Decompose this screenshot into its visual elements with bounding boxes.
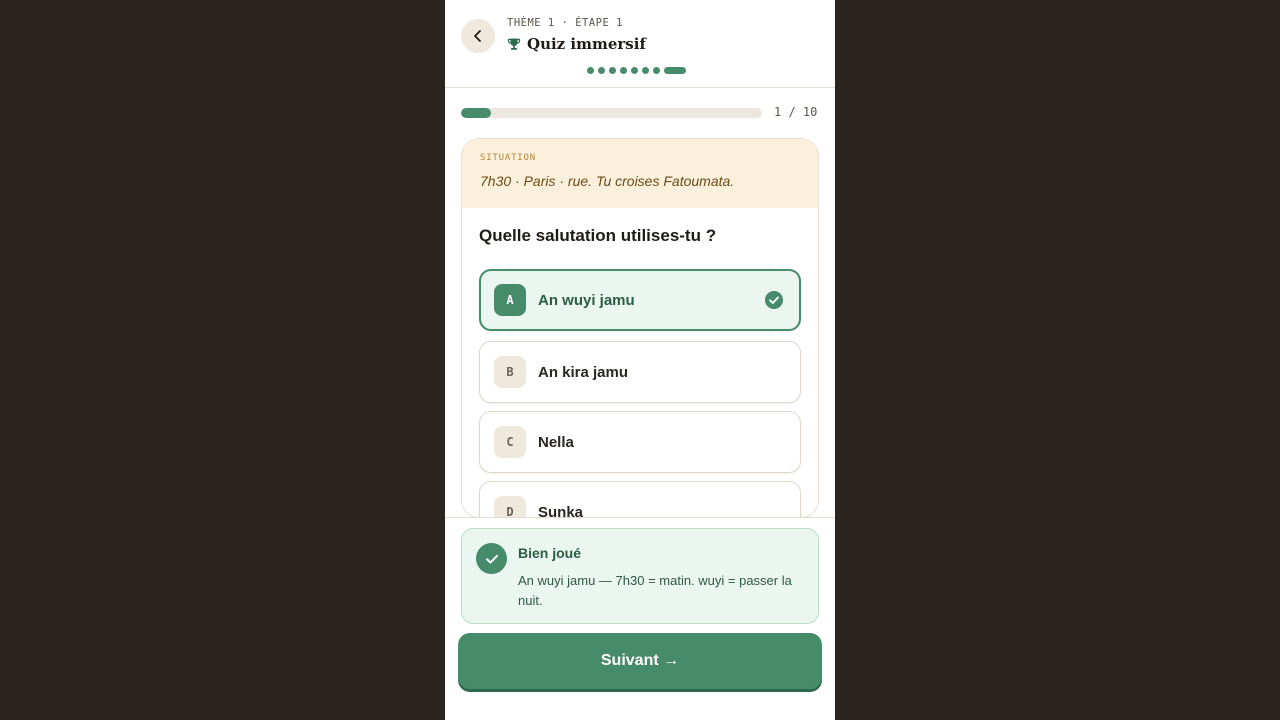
answer-option-d[interactable]: D Sunka [479, 481, 801, 518]
situation-label: SITUATION [480, 153, 536, 163]
theme-step-label: THÈME 1 · ÉTAPE 1 [507, 17, 623, 29]
step-dot [653, 67, 660, 74]
check-icon [485, 554, 498, 563]
feedback-check-badge [476, 543, 507, 574]
step-indicator [587, 67, 686, 74]
question-text: Quelle salutation utilises-tu ? [479, 226, 717, 245]
page-title-row: Quiz immersif [507, 35, 646, 53]
progress-bar [461, 108, 762, 118]
trophy-icon [507, 38, 521, 50]
option-label: An wuyi jamu [538, 291, 635, 309]
chevron-left-icon [474, 30, 481, 42]
next-button[interactable]: Suivant → [458, 633, 822, 689]
step-dot [598, 67, 605, 74]
situation-text: 7h30 · Paris · rue. Tu croises Fatoumata… [480, 173, 735, 189]
option-label: Sunka [538, 503, 584, 518]
step-dot [631, 67, 638, 74]
option-letter-badge: D [494, 496, 526, 517]
option-label: An kira jamu [538, 363, 629, 381]
answer-option-c[interactable]: C Nella [479, 411, 801, 473]
situation-panel: SITUATION 7h30 · Paris · rue. Tu croises… [462, 139, 818, 208]
feedback-body: An wuyi jamu — 7h30 = matin. wuyi = pass… [518, 573, 792, 608]
progress-fill [461, 108, 492, 118]
option-letter-badge: A [494, 284, 526, 316]
bottom-panel: Bien joué An wuyi jamu — 7h30 = matin. w… [445, 518, 835, 720]
step-dot-active [664, 67, 686, 74]
question-card: SITUATION 7h30 · Paris · rue. Tu croises… [461, 138, 819, 518]
check-circle-icon [765, 291, 783, 309]
feedback-panel: Bien joué An wuyi jamu — 7h30 = matin. w… [461, 528, 819, 624]
header: THÈME 1 · ÉTAPE 1 Quiz immersif [445, 0, 835, 88]
option-label: Nella [538, 433, 574, 451]
feedback-title: Bien joué [518, 545, 582, 561]
page-title: Quiz immersif [527, 35, 646, 53]
answer-option-b[interactable]: B An kira jamu [479, 341, 801, 403]
app-screen: THÈME 1 · ÉTAPE 1 Quiz immersif 1 / 10 S… [445, 0, 835, 720]
answer-option-a[interactable]: A An wuyi jamu [479, 269, 801, 331]
step-dot [609, 67, 616, 74]
step-dot [642, 67, 649, 74]
step-dot [587, 67, 594, 74]
option-letter-badge: C [494, 426, 526, 458]
progress-label: 1 / 10 [774, 105, 818, 119]
step-dot [620, 67, 627, 74]
back-button[interactable] [461, 19, 495, 53]
option-letter-badge: B [494, 356, 526, 388]
